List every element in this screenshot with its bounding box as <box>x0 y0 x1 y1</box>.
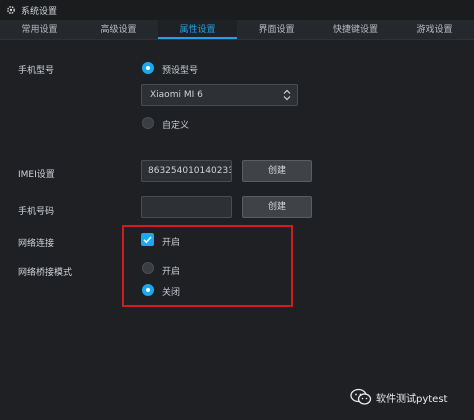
highlight-box <box>122 225 293 307</box>
gear-icon <box>7 6 15 14</box>
imei-input[interactable]: 863254010140233 <box>141 160 232 182</box>
phone-number-input[interactable] <box>141 196 232 218</box>
phone-number-label: 手机号码 <box>18 207 55 217</box>
create-phone-number-button[interactable]: 创建 <box>242 196 312 218</box>
create-imei-button[interactable]: 创建 <box>242 160 312 182</box>
phone-model-select[interactable]: Xiaomi MI 6 <box>141 84 298 106</box>
wechat-icon <box>350 388 372 405</box>
tab-bar: 常用设置 高级设置 属性设置 界面设置 快捷键设置 游戏设置 <box>0 20 474 40</box>
tab-interface-settings[interactable]: 界面设置 <box>237 20 316 39</box>
custom-model-option-label: 自定义 <box>162 121 190 131</box>
tab-game-settings[interactable]: 游戏设置 <box>395 20 474 39</box>
tab-advanced-settings[interactable]: 高级设置 <box>79 20 158 39</box>
custom-model-radio[interactable] <box>142 117 154 129</box>
chevron-up-down-icon <box>283 89 291 101</box>
tab-common-settings[interactable]: 常用设置 <box>0 20 79 39</box>
imei-label: IMEI设置 <box>18 170 55 180</box>
phone-model-label: 手机型号 <box>18 66 55 76</box>
network-bridge-mode-label: 网络桥接模式 <box>18 268 73 278</box>
tab-shortcut-settings[interactable]: 快捷键设置 <box>316 20 395 39</box>
preset-model-option-label: 预设型号 <box>162 66 199 76</box>
tab-property-settings[interactable]: 属性设置 <box>158 20 237 39</box>
title-bar: 系统设置 <box>0 0 474 20</box>
watermark: 软件测试pytest <box>350 388 447 406</box>
phone-model-select-value: Xiaomi MI 6 <box>150 90 203 100</box>
preset-model-radio[interactable] <box>142 62 154 74</box>
network-connection-label: 网络连接 <box>18 239 55 249</box>
window-title: 系统设置 <box>21 6 58 17</box>
watermark-text: 软件测试pytest <box>376 393 448 405</box>
